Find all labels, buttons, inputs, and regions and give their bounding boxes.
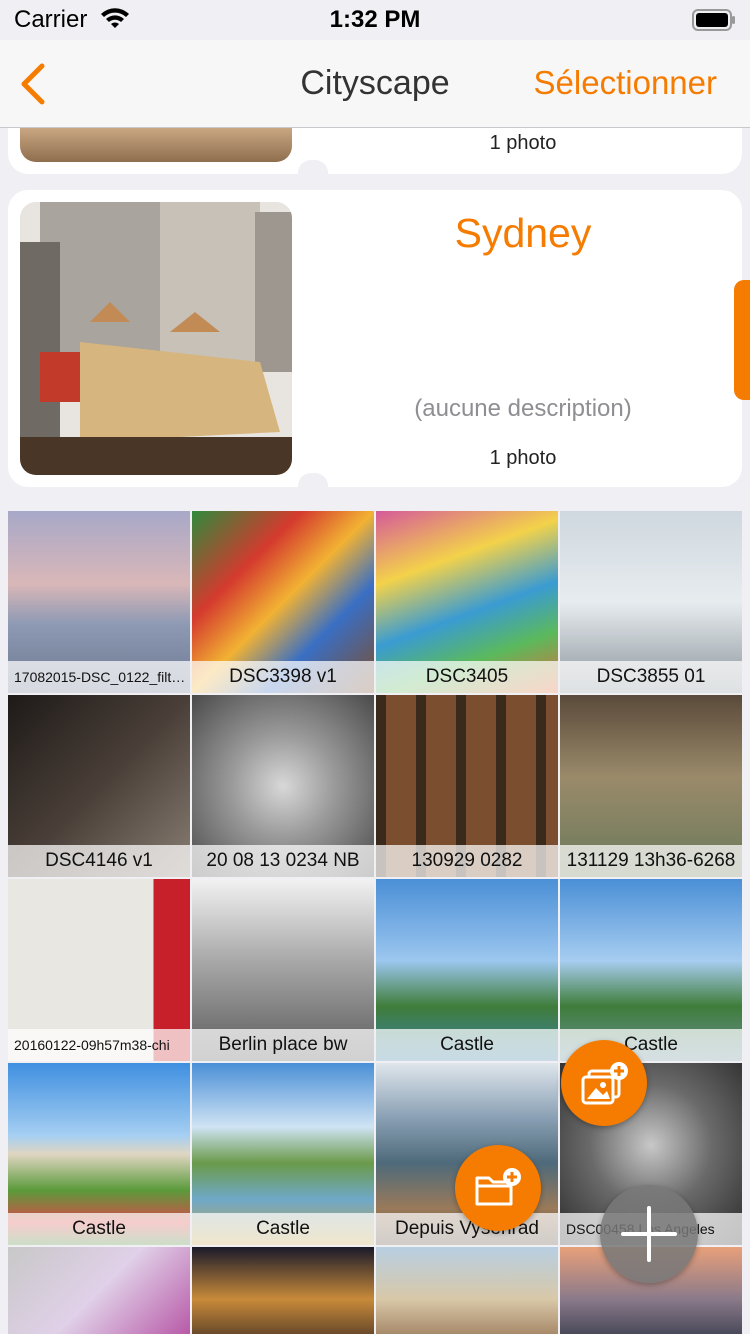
- photo-tile[interactable]: Castle: [376, 879, 558, 1061]
- plus-icon: [621, 1206, 677, 1262]
- scroll-tab[interactable]: [734, 280, 750, 400]
- add-folder-icon: [475, 1168, 521, 1206]
- photo-tile[interactable]: Castle: [560, 879, 742, 1061]
- photo-tile[interactable]: 20160122-09h57m38-chi: [8, 879, 190, 1061]
- photo-tile[interactable]: Castle: [8, 1063, 190, 1245]
- photo-tile[interactable]: DSC3405: [376, 511, 558, 693]
- select-button[interactable]: Sélectionner: [534, 64, 717, 102]
- photo-label: Castle: [192, 1213, 374, 1245]
- photo-tile[interactable]: DSC3398 v1: [192, 511, 374, 693]
- card-connector: [298, 473, 328, 499]
- photo-tile[interactable]: 131129 13h36-6268: [560, 695, 742, 877]
- add-photo-button[interactable]: [561, 1040, 647, 1126]
- photo-label: Berlin place bw: [192, 1029, 374, 1061]
- album-photo-count: 1 photo: [489, 447, 557, 469]
- photo-tile[interactable]: Berlin place bw: [192, 879, 374, 1061]
- photo-tile[interactable]: 20 08 13 0234 NB: [192, 695, 374, 877]
- photo-tile[interactable]: [376, 1247, 558, 1334]
- photo-label: DSC4146 v1: [8, 845, 190, 877]
- album-thumbnail: [20, 202, 292, 475]
- album-card-sydney[interactable]: Sydney (aucune description) 1 photo: [8, 190, 742, 487]
- battery-icon: [692, 9, 735, 31]
- photo-label: 130929 0282: [376, 845, 558, 877]
- photo-label: Castle: [8, 1213, 190, 1245]
- photo-label: 20160122-09h57m38-chi: [8, 1029, 190, 1061]
- album-photo-count: 1 photo: [489, 132, 557, 154]
- add-photo-icon: [581, 1062, 628, 1105]
- photo-thumbnail: [8, 1247, 190, 1334]
- photo-tile[interactable]: DSC3855 01: [560, 511, 742, 693]
- clock: 1:32 PM: [329, 6, 421, 33]
- photo-tile[interactable]: 17082015-DSC_0122_filt…: [8, 511, 190, 693]
- photo-label: 131129 13h36-6268: [560, 845, 742, 877]
- add-album-button[interactable]: [455, 1145, 541, 1231]
- photo-label: Castle: [376, 1029, 558, 1061]
- photo-tile[interactable]: DSC4146 v1: [8, 695, 190, 877]
- photo-label: DSC3398 v1: [192, 661, 374, 693]
- album-title: Sydney: [454, 210, 592, 256]
- photo-thumbnail: [376, 1247, 558, 1334]
- add-button[interactable]: [600, 1185, 698, 1283]
- photo-label: DSC3405: [376, 661, 558, 693]
- album-description: (aucune description): [414, 395, 632, 422]
- navigation-bar: Cityscape Sélectionner: [0, 40, 750, 128]
- status-bar: Carrier 1:32 PM: [0, 0, 750, 40]
- photo-thumbnail: [192, 1247, 374, 1334]
- photo-tile[interactable]: [192, 1247, 374, 1334]
- card-connector: [298, 160, 328, 186]
- photo-tile[interactable]: Castle: [192, 1063, 374, 1245]
- photo-tile[interactable]: [8, 1247, 190, 1334]
- photo-label: 17082015-DSC_0122_filt…: [8, 661, 190, 693]
- photo-label: 20 08 13 0234 NB: [192, 845, 374, 877]
- photo-tile[interactable]: 130929 0282: [376, 695, 558, 877]
- photo-label: DSC3855 01: [560, 661, 742, 693]
